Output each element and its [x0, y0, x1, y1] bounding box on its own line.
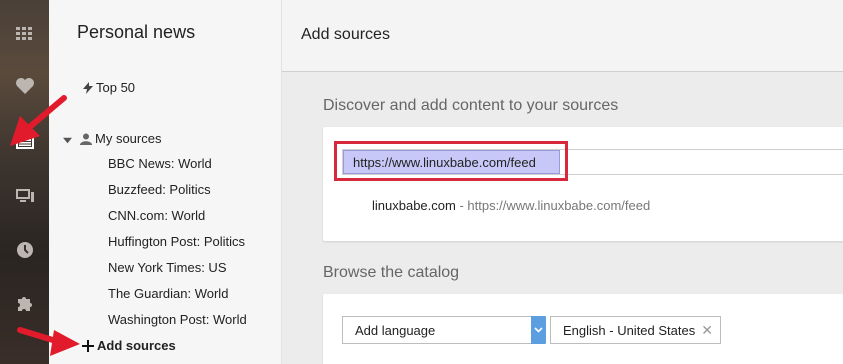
suggestion-name: linuxbabe.com: [372, 198, 456, 213]
nav-item-label: My sources: [95, 131, 162, 146]
source-item[interactable]: Buzzfeed: Politics: [108, 182, 211, 197]
main-header: Add sources: [282, 0, 843, 72]
suggestion-item[interactable]: linuxbabe.com - https://www.linuxbabe.co…: [372, 198, 650, 213]
nav-item-label: Add sources: [97, 338, 176, 353]
close-icon[interactable]: ✕: [701, 323, 713, 337]
heart-icon[interactable]: [0, 66, 49, 106]
source-item[interactable]: Huffington Post: Politics: [108, 234, 245, 249]
nav-item-my-sources[interactable]: My sources: [63, 131, 161, 148]
source-item[interactable]: The Guardian: World: [108, 286, 228, 301]
nav-item-label: Top 50: [96, 80, 136, 95]
language-select-label: Add language: [355, 323, 436, 338]
plus-icon: [82, 340, 94, 355]
lightning-icon: [83, 82, 93, 97]
source-item[interactable]: New York Times: US: [108, 260, 227, 275]
add-sources-link[interactable]: Add sources: [82, 338, 176, 355]
discover-card: linuxbabe.com - https://www.linuxbabe.co…: [323, 127, 843, 241]
clock-icon[interactable]: [0, 230, 49, 270]
language-chip: English - United States ✕: [550, 316, 721, 344]
caret-down-icon[interactable]: [63, 133, 72, 148]
icon-rail: [0, 0, 49, 364]
monitor-icon[interactable]: [0, 176, 49, 216]
source-item[interactable]: CNN.com: World: [108, 208, 205, 223]
suggestion-separator: -: [455, 198, 468, 213]
language-chip-label: English - United States: [563, 323, 696, 338]
nav-title: Personal news: [77, 22, 196, 42]
page-title: Add sources: [301, 26, 390, 43]
navigation-panel: Personal news Top 50 My sources BBC News…: [49, 0, 282, 364]
catalog-card: Add language English - United States ✕: [323, 294, 843, 364]
source-item[interactable]: Washington Post: World: [108, 312, 247, 327]
apps-grid-icon[interactable]: [0, 14, 49, 54]
puzzle-icon[interactable]: [0, 283, 49, 323]
chevron-down-icon[interactable]: [531, 316, 546, 344]
suggestion-url: https://www.linuxbabe.com/feed: [467, 198, 651, 213]
news-icon[interactable]: [0, 122, 49, 162]
highlight-box: [334, 141, 568, 181]
source-item[interactable]: BBC News: World: [108, 156, 212, 171]
nav-item-top50[interactable]: Top 50: [83, 80, 135, 97]
main-content: Add sources Discover and add content to …: [282, 0, 843, 364]
catalog-heading: Browse the catalog: [323, 264, 460, 281]
language-select[interactable]: Add language: [342, 316, 546, 344]
discover-heading: Discover and add content to your sources: [323, 97, 619, 114]
user-icon: [80, 133, 92, 148]
